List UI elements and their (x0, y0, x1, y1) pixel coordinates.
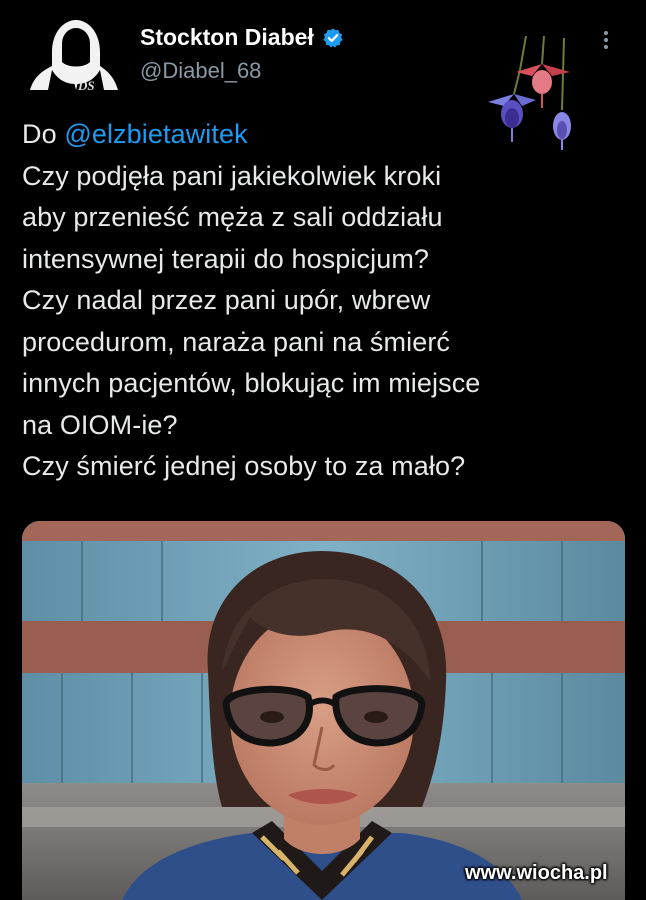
tweet-line: Czy podjęła pani jakiekolwiek kroki (22, 160, 442, 191)
tweet-line-0: Do @elzbietawitek (22, 114, 622, 156)
tweet-line: na OIOM-ie? (22, 409, 178, 440)
avatar[interactable]: DS (22, 14, 122, 100)
tweet-line: Czy nadal przez pani upór, wbrew (22, 285, 431, 315)
tweet-line: innych pacjentów, blokując im miejsce (22, 368, 481, 398)
tweet-photo[interactable] (22, 521, 625, 900)
author-name-row: Stockton Diabeł (140, 24, 344, 51)
author-handle[interactable]: @Diabel_68 (140, 58, 261, 84)
mention-link[interactable]: @elzbietawitek (64, 119, 247, 149)
tweet-line: aby przenieść męża z sali oddziału (22, 202, 443, 232)
avatar-initials: DS (78, 78, 95, 93)
more-vertical-icon[interactable] (598, 28, 614, 52)
verified-badge-icon (322, 27, 344, 49)
tweet-line: Czy śmierć jednej osoby to za mało? (22, 451, 466, 481)
tweet-card: DS Stockton Diabeł @Diabel_68 Do @elzbie… (0, 0, 646, 900)
tweet-line: intensywnej terapii do hospicjum? (22, 243, 430, 274)
photo-portrait-image (22, 521, 625, 900)
hooded-figure-icon (30, 20, 118, 90)
tweet-text: Do @elzbietawitek Czy podjęła pani jakie… (22, 114, 622, 488)
author-display-name[interactable]: Stockton Diabeł (140, 24, 314, 51)
watermark-text: www.wiocha.pl (465, 862, 608, 884)
tweet-prefix: Do (22, 119, 65, 149)
tweet-line: procedurom, naraża pani na śmierć (22, 326, 451, 357)
